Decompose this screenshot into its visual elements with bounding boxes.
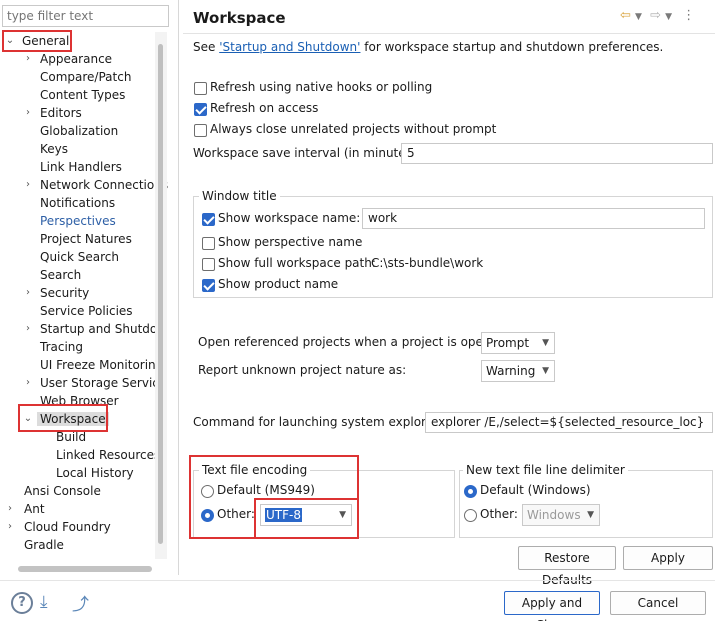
open-ref-label: Open referenced projects when a project … (198, 335, 510, 349)
tree-item-ui-freeze[interactable]: UI Freeze Monitoring (40, 356, 163, 374)
tree-item-content-types[interactable]: Content Types (40, 86, 125, 104)
delim-default-radio[interactable] (464, 485, 477, 498)
restore-defaults-button[interactable]: Restore Defaults (518, 546, 616, 587)
show-perspective-checkbox[interactable] (202, 237, 215, 250)
tree-item-ansi-console[interactable]: Ansi Console (24, 482, 101, 500)
chevron-down-icon: ▼ (542, 338, 549, 348)
tree-item-user-storage[interactable]: › User Storage Service (22, 374, 166, 392)
chevron-right-icon[interactable]: › (22, 50, 34, 68)
import-icon[interactable]: ⤓ (40, 592, 48, 612)
chevron-right-icon[interactable]: › (22, 284, 34, 302)
tree-item-local-history[interactable]: Local History (56, 464, 134, 482)
title-separator (183, 33, 715, 34)
show-full-path-label[interactable]: Show full workspace path: (218, 256, 376, 270)
tree-item-perspectives[interactable]: Perspectives (40, 212, 116, 230)
chevron-right-icon[interactable]: › (22, 320, 34, 338)
apply-and-close-button[interactable]: Apply and Close (504, 591, 600, 621)
refresh-native-checkbox[interactable] (194, 82, 207, 95)
tree-item-service-policies[interactable]: Service Policies (40, 302, 133, 320)
report-unknown-dropdown[interactable]: Warning ▼ (481, 360, 555, 382)
tree-item-notifications[interactable]: Notifications (40, 194, 115, 212)
tree-item-appearance[interactable]: › Appearance (22, 50, 112, 68)
tree-item-security[interactable]: › Security (22, 284, 89, 302)
chevron-right-icon[interactable]: › (4, 500, 16, 518)
forward-arrow-icon[interactable]: ⇨ (650, 8, 661, 23)
tree-item-link-handlers[interactable]: Link Handlers (40, 158, 122, 176)
footer-separator (0, 580, 715, 581)
chevron-down-icon[interactable]: ▼ (665, 12, 672, 22)
report-unknown-label: Report unknown project nature as: (198, 363, 407, 377)
show-ws-name-checkbox[interactable] (202, 213, 215, 226)
tree-item-linked-resources[interactable]: Linked Resources (56, 446, 160, 464)
tree-item-cloud-foundry[interactable]: › Cloud Foundry (4, 518, 111, 536)
pane-divider[interactable] (178, 0, 179, 575)
highlight-workspace (18, 404, 108, 432)
tree-vertical-scroll-thumb[interactable] (158, 44, 163, 544)
cmd-input[interactable]: explorer /E,/select=${selected_resource_… (425, 412, 713, 433)
delim-default-label[interactable]: Default (Windows) (480, 483, 591, 497)
tree-item-tracing[interactable]: Tracing (40, 338, 83, 356)
filter-input[interactable] (2, 5, 169, 27)
tree-item-network-connections[interactable]: › Network Connections (22, 176, 168, 194)
tree-item-search[interactable]: Search (40, 266, 81, 284)
chevron-down-icon: ▼ (542, 366, 549, 376)
show-ws-name-label[interactable]: Show workspace name: (218, 211, 360, 225)
export-icon[interactable]: ⤴ (72, 590, 89, 615)
page-title: Workspace (193, 9, 286, 27)
refresh-native-label[interactable]: Refresh using native hooks or polling (210, 80, 432, 94)
ws-name-input[interactable]: work (362, 208, 705, 229)
refresh-access-checkbox[interactable] (194, 103, 207, 116)
chevron-right-icon[interactable]: › (4, 518, 16, 536)
page-nav-icons: ⇦ ▼ ⇨ ▼ ⋮ (620, 8, 695, 23)
chevron-right-icon[interactable]: › (22, 104, 34, 122)
refresh-access-label[interactable]: Refresh on access (210, 101, 318, 115)
always-close-label[interactable]: Always close unrelated projects without … (210, 122, 496, 136)
startup-shutdown-link[interactable]: 'Startup and Shutdown' (219, 40, 360, 54)
show-product-label[interactable]: Show product name (218, 277, 338, 291)
more-menu-icon[interactable]: ⋮ (682, 8, 695, 23)
save-interval-input[interactable]: 5 (401, 143, 713, 164)
chevron-right-icon[interactable]: › (22, 176, 34, 194)
chevron-down-icon[interactable]: ▼ (635, 12, 642, 22)
show-product-checkbox[interactable] (202, 279, 215, 292)
tree-item-gradle[interactable]: Gradle (24, 536, 64, 554)
apply-button[interactable]: Apply (623, 546, 713, 570)
delim-other-dropdown[interactable]: Windows ▼ (522, 504, 600, 526)
startup-info-text: See 'Startup and Shutdown' for workspace… (193, 40, 664, 54)
highlight-general (2, 30, 72, 52)
tree-item-ant[interactable]: › Ant (4, 500, 45, 518)
back-arrow-icon[interactable]: ⇦ (620, 8, 631, 23)
highlight-encoding-value (254, 498, 359, 539)
save-interval-label: Workspace save interval (in minutes): (193, 146, 421, 160)
window-title-group-label: Window title (199, 189, 280, 203)
show-perspective-label[interactable]: Show perspective name (218, 235, 362, 249)
tree-item-quick-search[interactable]: Quick Search (40, 248, 119, 266)
always-close-checkbox[interactable] (194, 124, 207, 137)
chevron-down-icon: ▼ (587, 510, 594, 520)
help-icon[interactable]: ? (11, 592, 33, 614)
delim-other-radio[interactable] (464, 509, 477, 522)
tree-item-globalization[interactable]: Globalization (40, 122, 118, 140)
delimiter-group-label: New text file line delimiter (463, 463, 628, 477)
tree-item-editors[interactable]: › Editors (22, 104, 82, 122)
delim-other-label[interactable]: Other: (480, 507, 518, 521)
full-path-value: C:\sts-bundle\work (371, 256, 484, 270)
tree-item-keys[interactable]: Keys (40, 140, 68, 158)
tree-item-project-natures[interactable]: Project Natures (40, 230, 132, 248)
show-full-path-checkbox[interactable] (202, 258, 215, 271)
open-ref-dropdown[interactable]: Prompt ▼ (481, 332, 555, 354)
tree-item-startup-shutdown[interactable]: › Startup and Shutdown (22, 320, 168, 338)
cmd-label: Command for launching system explorer: (193, 415, 442, 429)
cancel-button[interactable]: Cancel (610, 591, 706, 615)
preference-tree: ⌄ General › Appearance Compare/Patch Con… (0, 30, 168, 573)
chevron-right-icon[interactable]: › (22, 374, 34, 392)
tree-horizontal-scrollbar[interactable] (18, 566, 152, 572)
tree-item-compare-patch[interactable]: Compare/Patch (40, 68, 131, 86)
